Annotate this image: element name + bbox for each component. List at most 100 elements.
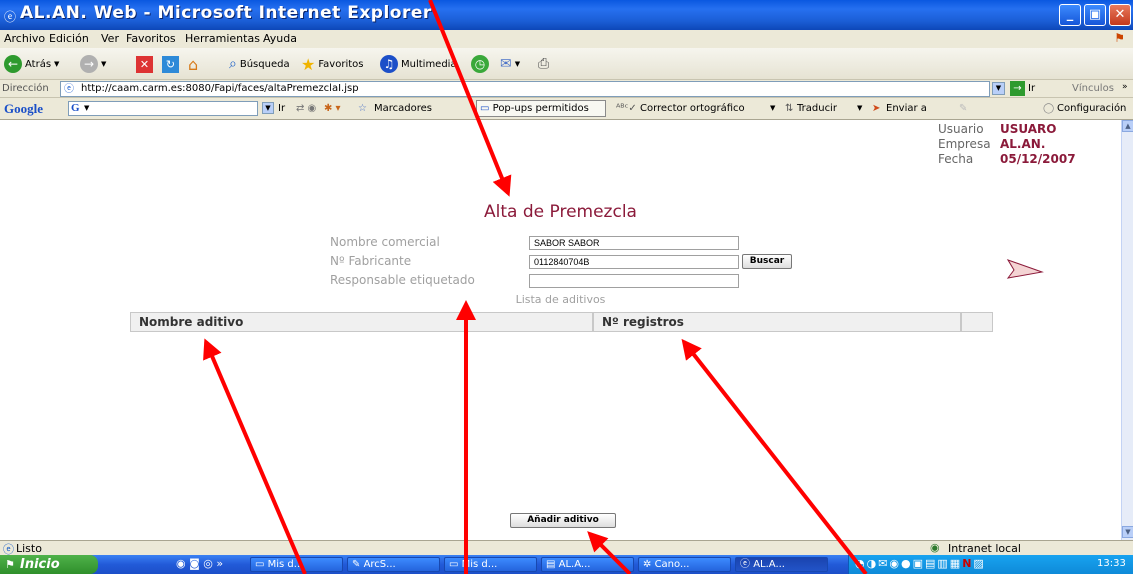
user-row: Usuario USUARO: [938, 122, 1057, 136]
home-button[interactable]: ⌂: [188, 54, 198, 74]
media-button[interactable]: ♫ Multimedia: [380, 54, 457, 74]
history-button[interactable]: ◷: [471, 54, 489, 74]
address-label: Dirección: [2, 83, 49, 94]
zone-text: Intranet local: [948, 542, 1021, 555]
taskbar-item-word-alan[interactable]: ▤ AL.A...: [541, 557, 634, 572]
go-button[interactable]: → Ir: [1010, 81, 1035, 96]
clock: 13:33: [1097, 558, 1126, 569]
address-url: http://caam.carm.es:8080/Fapi/faces/alta…: [81, 83, 359, 94]
labeling-responsible-input[interactable]: [529, 274, 739, 288]
page-content: Usuario USUARO Empresa AL.AN. Fecha 05/12/2…: [0, 120, 1121, 540]
trade-name-input[interactable]: SABOR SABOR: [529, 236, 739, 250]
menu-herramientas[interactable]: Herramientas: [185, 32, 260, 45]
popup-icon: ▭: [480, 103, 493, 114]
refresh-icon: ↻: [162, 55, 179, 73]
settings-button[interactable]: Configuración: [1057, 103, 1126, 114]
menu-bar: Archivo Edición Ver Favoritos Herramient…: [0, 30, 1133, 48]
google-go-button[interactable]: Ir: [278, 103, 285, 114]
chevron-down-icon[interactable]: ▼: [857, 104, 862, 112]
google-toolbar: Google G ▼ ▼ Ir ⇄ ◉ ✱ ▾ ☆ Marcadores ▭ Po…: [0, 98, 1133, 120]
spellcheck-icon: ᴬᴮᶜ✓: [616, 103, 637, 114]
add-additive-button[interactable]: Añadir aditivo: [510, 513, 616, 528]
mail-icon: ✉: [500, 56, 512, 72]
chevron-right-icon[interactable]: »: [1122, 82, 1128, 92]
spellcheck-button[interactable]: Corrector ortográfico: [640, 103, 745, 114]
quick-launch-icons[interactable]: ◉ ◙ ◎ »: [176, 557, 223, 570]
taskbar-item-canon[interactable]: ✲ Cano...: [638, 557, 731, 572]
page-icon: ⓔ: [64, 84, 74, 95]
taskbar-item-arcsoft[interactable]: ✎ ArcS...: [347, 557, 440, 572]
chevron-down-icon[interactable]: ▼: [770, 104, 775, 112]
bookmarks-button[interactable]: Marcadores: [374, 103, 432, 114]
company-value: AL.AN.: [1000, 137, 1046, 151]
vertical-scrollbar[interactable]: ▲ ▼: [1121, 120, 1133, 540]
taskbar-item-ie-alan[interactable]: ⓔ AL.A...: [735, 557, 828, 572]
google-news-icon[interactable]: ⇄ ◉: [296, 103, 316, 114]
address-input[interactable]: ⓔ http://caam.carm.es:8080/Fapi/faces/al…: [60, 81, 990, 97]
chevron-down-icon: ▼: [54, 60, 60, 68]
links-label[interactable]: Vínculos: [1072, 83, 1114, 94]
standard-toolbar: ← Atrás ▼ → ▼ ✕ ↻ ⌂ ⌕ Búsqueda ★ Favoritos ♫ M…: [0, 48, 1133, 80]
labeling-responsible-label: Responsable etiquetado: [330, 273, 475, 287]
google-dropdown-icon[interactable]: ▼: [262, 102, 274, 114]
additives-list-title: Lista de aditivos: [515, 293, 606, 306]
go-arrow-icon: →: [1010, 81, 1025, 96]
status-bar: ⓔ Listo ◉ Intranet local: [0, 540, 1133, 556]
app-icon: ✎: [352, 559, 364, 570]
close-button[interactable]: ✕: [1109, 4, 1131, 26]
date-row: Fecha 05/12/2007: [938, 152, 1076, 166]
windows-logo-icon: ⚑: [1114, 31, 1125, 45]
stop-button[interactable]: ✕: [136, 54, 153, 74]
chevron-down-icon: ▼: [101, 60, 107, 68]
mail-button[interactable]: ✉ ▼: [500, 54, 520, 74]
send-icon: ➤: [872, 103, 881, 114]
chevron-down-icon: ▼: [514, 60, 521, 68]
folder-icon: ▭: [449, 559, 462, 570]
search-button[interactable]: ⌕ Búsqueda: [229, 54, 290, 74]
maximize-button[interactable]: ▣: [1084, 4, 1106, 26]
manufacturer-input[interactable]: 0112840704B: [529, 255, 739, 269]
media-icon: ♫: [380, 55, 398, 73]
search-button[interactable]: Buscar: [742, 254, 792, 269]
menu-favoritos[interactable]: Favoritos: [126, 32, 176, 45]
intranet-icon: ◉: [930, 541, 940, 554]
popups-button[interactable]: ▭ Pop-ups permitidos: [476, 100, 606, 117]
search-icon: ⌕: [229, 56, 237, 72]
browser-window: ⓔ AL.AN. Web - Microsoft Internet Explor…: [0, 0, 1133, 574]
minimize-button[interactable]: _: [1059, 4, 1081, 26]
ie-icon: ⓔ: [4, 10, 17, 24]
menu-ver[interactable]: Ver: [101, 32, 119, 45]
menu-ayuda[interactable]: Ayuda: [263, 32, 297, 45]
ie-icon: ⓔ: [740, 559, 754, 570]
back-button[interactable]: ← Atrás ▼: [4, 54, 59, 74]
menu-archivo[interactable]: Archivo: [4, 32, 45, 45]
column-header-registrations[interactable]: Nº registros: [593, 312, 961, 332]
page-title: Alta de Premezcla: [484, 202, 637, 222]
history-icon: ◷: [471, 55, 489, 73]
forward-button[interactable]: → ▼: [80, 54, 106, 74]
send-to-button[interactable]: Enviar a: [886, 103, 927, 114]
favorites-button[interactable]: ★ Favoritos: [301, 54, 363, 74]
column-header-additive-name[interactable]: Nombre aditivo: [130, 312, 593, 332]
tray-icons[interactable]: ◔◑✉◉●▣▤▥▦N▨: [855, 557, 986, 570]
menu-edicion[interactable]: Edición: [49, 32, 89, 45]
taskbar-item-mis-documentos-2[interactable]: ▭ Mis d...: [444, 557, 537, 572]
window-title: AL.AN. Web - Microsoft Internet Explorer: [20, 3, 432, 23]
address-dropdown-icon[interactable]: ▼: [992, 82, 1005, 95]
print-button[interactable]: ⎙: [538, 54, 549, 74]
google-search-input[interactable]: G ▼: [68, 101, 258, 116]
stop-icon: ✕: [136, 55, 153, 73]
taskbar-item-mis-documentos-1[interactable]: ▭ Mis d...: [250, 557, 343, 572]
trade-name-label: Nombre comercial: [330, 235, 440, 249]
home-icon: ⌂: [188, 54, 199, 74]
word-icon: ▤: [546, 559, 559, 570]
title-bar[interactable]: ⓔ AL.AN. Web - Microsoft Internet Explor…: [0, 0, 1133, 30]
scroll-up-icon[interactable]: ▲: [1122, 120, 1133, 132]
canon-icon: ✲: [643, 559, 655, 570]
start-button[interactable]: ⚑ Inicio: [0, 555, 98, 574]
refresh-button[interactable]: ↻: [162, 54, 179, 74]
translate-button[interactable]: Traducir: [797, 103, 837, 114]
manufacturer-label: Nº Fabricante: [330, 254, 412, 268]
google-gear-icon[interactable]: ✱ ▾: [324, 103, 341, 114]
scroll-down-icon[interactable]: ▼: [1122, 526, 1133, 538]
